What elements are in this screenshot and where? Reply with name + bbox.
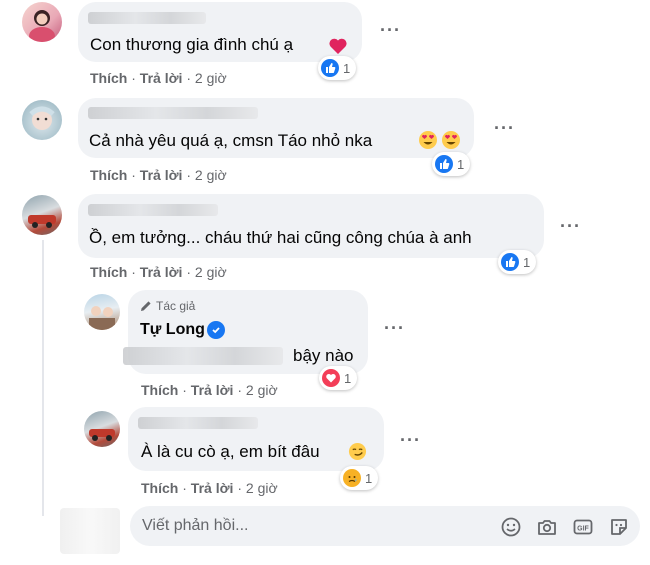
reply-button[interactable]: Trả lời bbox=[140, 70, 183, 86]
love-icon bbox=[322, 369, 340, 387]
reply-actions: Thích · Trả lời · 2 giờ bbox=[141, 382, 278, 398]
reaction-count-badge[interactable]: 1 bbox=[432, 152, 471, 176]
reaction-count-badge[interactable]: 1 bbox=[319, 366, 358, 390]
comment-text: Cả nhà yêu quá ạ, cmsn Táo nhỏ nka bbox=[89, 131, 373, 150]
reaction-count: 1 bbox=[343, 60, 351, 76]
reply-bubble: Tác giả Tự Long bậy nào bbox=[123, 290, 368, 374]
pencil-icon bbox=[141, 301, 151, 311]
reply-text: bậy nào bbox=[293, 346, 354, 365]
author-badge: Tác giả bbox=[156, 299, 196, 313]
red-heart-icon bbox=[329, 38, 347, 54]
comment-text: Con thương gia đình chú ạ bbox=[90, 35, 294, 54]
family-photo-icon bbox=[89, 306, 115, 330]
emoji-icon[interactable] bbox=[500, 516, 522, 538]
comment-timestamp[interactable]: 2 giờ bbox=[195, 167, 227, 183]
car-photo-icon bbox=[89, 429, 115, 441]
mentioned-name-blurred[interactable] bbox=[123, 347, 283, 365]
like-button[interactable]: Thích bbox=[141, 382, 178, 398]
reaction-count-badge[interactable]: 1 bbox=[340, 466, 379, 490]
camera-icon[interactable] bbox=[536, 516, 558, 538]
verified-badge-icon bbox=[207, 321, 225, 339]
commenter-name-blurred[interactable] bbox=[88, 107, 258, 119]
heart-eyes-emoji-icon bbox=[419, 131, 437, 149]
reply-bubble: À là cu cò ạ, em bít đâu bbox=[128, 407, 384, 471]
baby-photo-icon bbox=[29, 106, 55, 130]
commenter-avatar[interactable] bbox=[22, 195, 62, 235]
like-button[interactable]: Thích bbox=[90, 70, 127, 86]
commenter-avatar[interactable] bbox=[84, 411, 120, 447]
commenter-name-blurred[interactable] bbox=[88, 204, 218, 216]
author-avatar[interactable] bbox=[84, 294, 120, 330]
svg-text:GIF: GIF bbox=[577, 526, 589, 533]
comment-timestamp[interactable]: 2 giờ bbox=[195, 70, 227, 86]
comment-actions: Thích · Trả lời · 2 giờ bbox=[90, 167, 227, 183]
car-photo-icon bbox=[28, 215, 56, 228]
reaction-count: 1 bbox=[344, 370, 352, 386]
comment-bubble: Ồ, em tưởng... cháu thứ hai cũng công ch… bbox=[78, 194, 544, 258]
reply-actions: Thích · Trả lời · 2 giờ bbox=[141, 480, 278, 496]
commenter-avatar[interactable] bbox=[22, 100, 62, 140]
commenter-name-blurred[interactable] bbox=[88, 12, 206, 24]
sticker-icon[interactable] bbox=[608, 516, 630, 538]
reply-button[interactable]: Trả lời bbox=[140, 167, 183, 183]
reply-button[interactable]: Trả lời bbox=[191, 480, 234, 496]
reply-input-placeholder: Viết phản hồi... bbox=[142, 517, 249, 534]
thread-connector-line bbox=[42, 240, 44, 516]
gif-icon[interactable]: GIF bbox=[572, 516, 594, 538]
more-options-button[interactable]: ··· bbox=[400, 430, 421, 451]
like-button[interactable]: Thích bbox=[141, 480, 178, 496]
reaction-count: 1 bbox=[523, 254, 531, 270]
comment-actions: Thích · Trả lời · 2 giờ bbox=[90, 70, 227, 86]
smirk-emoji-icon bbox=[348, 442, 367, 461]
commenter-name-blurred[interactable] bbox=[138, 417, 258, 429]
reply-timestamp[interactable]: 2 giờ bbox=[246, 480, 278, 496]
more-options-button[interactable]: ··· bbox=[380, 20, 401, 41]
current-user-avatar-blurred bbox=[60, 508, 120, 554]
reply-timestamp[interactable]: 2 giờ bbox=[246, 382, 278, 398]
more-options-button[interactable]: ··· bbox=[384, 318, 405, 339]
reply-text: À là cu cò ạ, em bít đâu bbox=[141, 442, 320, 461]
reply-input[interactable]: Viết phản hồi... GIF bbox=[130, 506, 640, 546]
heart-eyes-emoji-icon bbox=[442, 131, 460, 149]
reaction-count: 1 bbox=[365, 470, 373, 486]
more-options-button[interactable]: ··· bbox=[560, 216, 581, 237]
like-icon bbox=[501, 253, 519, 271]
comment-timestamp[interactable]: 2 giờ bbox=[195, 264, 227, 280]
reaction-count: 1 bbox=[457, 156, 465, 172]
comment-text: Ồ, em tưởng... cháu thứ hai cũng công ch… bbox=[89, 228, 472, 247]
comment-bubble: Con thương gia đình chú ạ bbox=[78, 2, 362, 62]
reply-author-name[interactable]: Tự Long bbox=[140, 321, 205, 339]
reaction-count-badge[interactable]: 1 bbox=[498, 250, 537, 274]
reply-button[interactable]: Trả lời bbox=[140, 264, 183, 280]
more-options-button[interactable]: ··· bbox=[494, 118, 515, 139]
sad-icon bbox=[343, 469, 361, 487]
commenter-avatar[interactable] bbox=[22, 2, 62, 42]
like-icon bbox=[435, 155, 453, 173]
comment-bubble: Cả nhà yêu quá ạ, cmsn Táo nhỏ nka bbox=[78, 98, 474, 158]
person-photo-icon bbox=[29, 10, 55, 42]
like-icon bbox=[321, 59, 339, 77]
reaction-count-badge[interactable]: 1 bbox=[318, 56, 357, 80]
like-button[interactable]: Thích bbox=[90, 167, 127, 183]
comment-actions: Thích · Trả lời · 2 giờ bbox=[90, 264, 227, 280]
reply-button[interactable]: Trả lời bbox=[191, 382, 234, 398]
like-button[interactable]: Thích bbox=[90, 264, 127, 280]
